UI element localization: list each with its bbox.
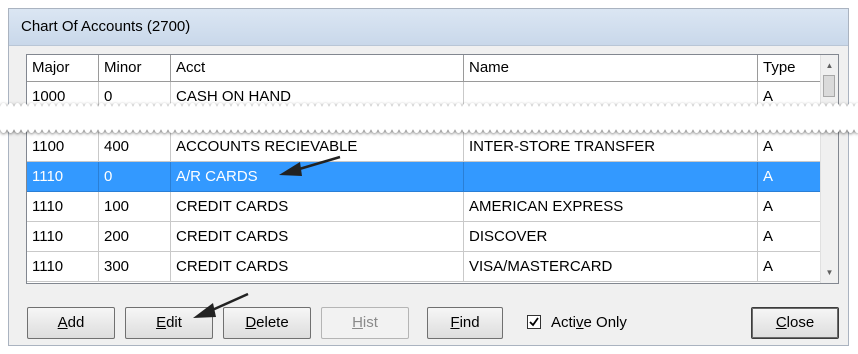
column-header-minor[interactable]: Minor xyxy=(99,55,171,82)
cell-name: AMERICAN EXPRESS xyxy=(464,192,758,222)
cell-type: A xyxy=(758,192,825,222)
delete-button[interactable]: Delete xyxy=(223,307,311,339)
table-row[interactable]: 1110 200 CREDIT CARDS DISCOVER A xyxy=(27,222,825,252)
cell-acct: CREDIT CARDS xyxy=(171,252,464,282)
active-only-checkbox[interactable] xyxy=(527,315,541,329)
table-row[interactable]: 1110 100 CREDIT CARDS AMERICAN EXPRESS A xyxy=(27,192,825,222)
cell-name: VISA/MASTERCARD xyxy=(464,252,758,282)
table-row-selected[interactable]: 1110 0 A/R CARDS A xyxy=(27,162,825,192)
cell-major: 1110 xyxy=(27,192,99,222)
cell-acct: A/R CARDS xyxy=(171,162,464,192)
cell-major: 1110 xyxy=(27,252,99,282)
cell-type: A xyxy=(758,162,825,192)
add-button[interactable]: Add xyxy=(27,307,115,339)
column-header-type[interactable]: Type xyxy=(758,55,825,82)
table-row[interactable]: 1110 300 CREDIT CARDS VISA/MASTERCARD A xyxy=(27,252,825,282)
tear-separator xyxy=(0,97,858,139)
cell-minor: 0 xyxy=(99,162,171,192)
title-bar: Chart Of Accounts (2700) xyxy=(9,9,848,46)
find-button[interactable]: Find xyxy=(427,307,503,339)
close-button[interactable]: Close xyxy=(751,307,839,339)
cell-name: DISCOVER xyxy=(464,222,758,252)
cell-minor: 100 xyxy=(99,192,171,222)
scroll-down-icon[interactable]: ▼ xyxy=(821,264,838,281)
scroll-up-icon[interactable]: ▲ xyxy=(821,57,838,74)
cell-minor: 300 xyxy=(99,252,171,282)
cell-major: 1110 xyxy=(27,222,99,252)
cell-type: A xyxy=(758,222,825,252)
cell-acct: CREDIT CARDS xyxy=(171,222,464,252)
vertical-scrollbar[interactable]: ▲ ▼ xyxy=(820,55,838,283)
cell-acct: CREDIT CARDS xyxy=(171,192,464,222)
edit-button[interactable]: Edit xyxy=(125,307,213,339)
cell-major: 1110 xyxy=(27,162,99,192)
column-header-name[interactable]: Name xyxy=(464,55,758,82)
accounts-grid[interactable]: Major Minor Acct Name Type 1000 0 CASH O… xyxy=(26,54,839,284)
column-header-acct[interactable]: Acct xyxy=(171,55,464,82)
active-only-label[interactable]: Active Only xyxy=(551,314,627,331)
window-title: Chart Of Accounts (2700) xyxy=(21,18,191,35)
cell-type: A xyxy=(758,252,825,282)
scroll-thumb[interactable] xyxy=(823,75,835,97)
check-icon xyxy=(529,317,539,327)
column-header-major[interactable]: Major xyxy=(27,55,99,82)
cell-minor: 200 xyxy=(99,222,171,252)
cell-name xyxy=(464,162,758,192)
chart-of-accounts-window: Chart Of Accounts (2700) Major Minor Acc… xyxy=(8,8,849,346)
hist-button[interactable]: Hist xyxy=(321,307,409,339)
